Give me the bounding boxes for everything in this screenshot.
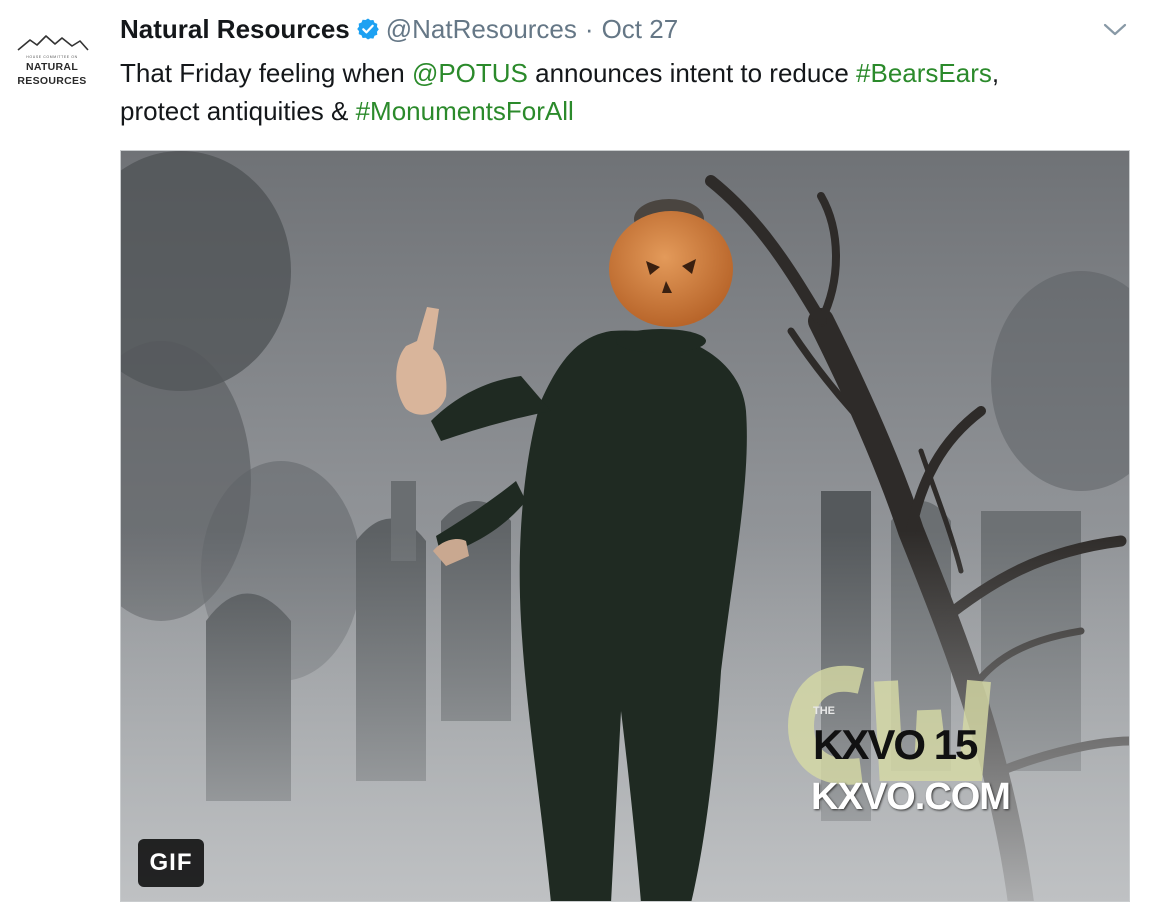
hashtag-link[interactable]: #BearsEars xyxy=(856,58,992,88)
tweet-text-part: , xyxy=(991,58,1000,88)
verified-badge-icon xyxy=(356,17,380,41)
avatar-small-text: HOUSE COMMITTEE ON xyxy=(26,55,78,59)
avatar[interactable]: HOUSE COMMITTEE ON NATURAL RESOURCES xyxy=(10,30,94,94)
author-handle[interactable]: @NatResources xyxy=(386,14,577,45)
tweet-date[interactable]: Oct 27 xyxy=(602,14,679,45)
tweet-text-part: announces intent to reduce xyxy=(527,58,857,88)
watermark-url: KXVO.COM xyxy=(811,776,1011,818)
hashtag-link[interactable]: #MonumentsForAll xyxy=(356,96,574,126)
separator-dot: · xyxy=(584,13,594,44)
chevron-down-icon[interactable] xyxy=(1100,16,1130,42)
tweet-text-part: That Friday feeling when xyxy=(120,58,412,88)
tweet-text: That Friday feeling when @POTUS announce… xyxy=(120,54,1120,130)
mention-link[interactable]: @POTUS xyxy=(412,58,528,88)
mountain-logo-icon xyxy=(17,35,89,51)
gif-media[interactable]: THE KXVO 15 KXVO.COM GIF xyxy=(120,150,1130,902)
avatar-line1: NATURAL xyxy=(25,61,79,73)
author-name[interactable]: Natural Resources xyxy=(120,14,350,45)
watermark-the: THE xyxy=(813,705,835,717)
avatar-line2: RESOURCES xyxy=(17,75,87,87)
tweet-text-part: protect antiquities & xyxy=(120,96,356,126)
watermark-station: KXVO 15 xyxy=(813,721,978,768)
gif-badge: GIF xyxy=(138,839,204,887)
tweet-header: Natural Resources @NatResources · Oct 27 xyxy=(120,12,678,46)
